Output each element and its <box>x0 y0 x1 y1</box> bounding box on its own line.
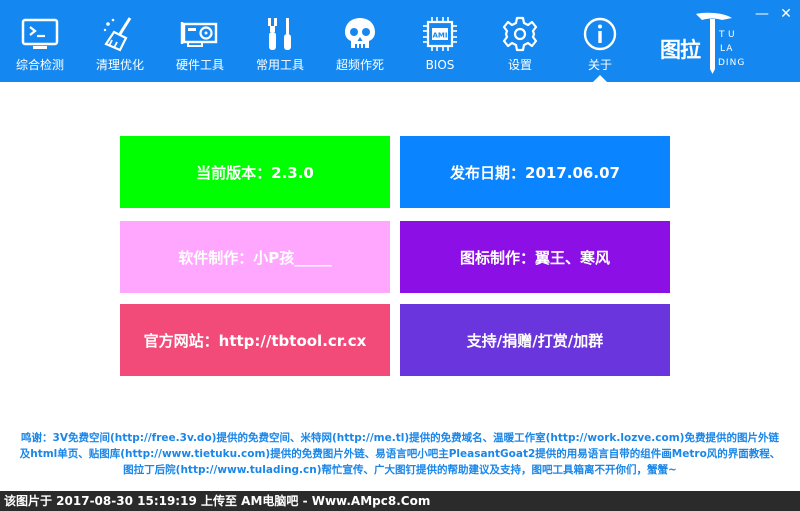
release-date-card: 发布日期：2017.06.07 <box>400 136 670 208</box>
brand-letter: U <box>728 30 736 40</box>
tab-about[interactable]: 关于 <box>560 0 640 82</box>
website-card[interactable]: 官方网站：http://tbtool.cr.cx <box>120 304 390 376</box>
tab-label: 综合检测 <box>15 58 64 72</box>
tab-label: 关于 <box>587 58 612 72</box>
tab-label: 设置 <box>507 58 532 72</box>
tab-settings[interactable]: 设置 <box>480 0 560 82</box>
tab-comprehensive-check[interactable]: 综合检测 <box>0 0 80 82</box>
icon-credit-text: 图标制作：翼王、寒风 <box>459 248 610 267</box>
gear-icon <box>502 16 538 52</box>
tab-hardware-tools[interactable]: 硬件工具 <box>160 0 240 82</box>
version-card: 当前版本：2.3.0 <box>120 136 390 208</box>
version-text: 当前版本：2.3.0 <box>196 163 314 182</box>
minimize-button[interactable]: — <box>754 6 770 22</box>
support-card[interactable]: 支持/捐赠/打赏/加群 <box>400 304 670 376</box>
brand-letter: DING <box>718 58 746 68</box>
credits-line: 图拉丁后院(http://www.tulading.cn)帮忙宣传、广大图钉提供… <box>123 464 677 476</box>
close-button[interactable]: ✕ <box>778 6 794 22</box>
brand-logo: 图拉 T U LA DING <box>656 10 746 76</box>
tab-overclock[interactable]: 超频作死 <box>320 0 400 82</box>
brand-letter: LA <box>720 44 734 54</box>
tab-label: 清理优化 <box>95 58 144 72</box>
broom-icon <box>103 17 132 52</box>
chip-icon: AMI <box>423 17 457 51</box>
release-date-text: 发布日期：2017.06.07 <box>450 163 620 182</box>
svg-text:AMI: AMI <box>433 32 448 40</box>
tab-bios[interactable]: AMI BIOS <box>400 0 480 82</box>
brand-letter: T <box>719 30 726 40</box>
brand-text: 图拉 <box>660 38 701 62</box>
credits-line: 鸣谢：3V免费空间(http://free.3v.do)提供的免费空间、米特网(… <box>21 432 779 444</box>
upload-watermark: 该图片于 2017-08-30 15:19:19 上传至 AM电脑吧 - Www… <box>0 491 800 511</box>
tab-label: BIOS <box>425 58 455 72</box>
author-card: 软件制作：小P孩_____ <box>120 221 390 293</box>
website-link[interactable]: 官方网站：http://tbtool.cr.cx <box>144 330 367 351</box>
credits-text: 鸣谢：3V免费空间(http://free.3v.do)提供的免费空间、米特网(… <box>10 430 790 478</box>
monitor-icon <box>21 18 59 49</box>
skull-icon <box>345 18 375 48</box>
tab-label: 常用工具 <box>255 58 304 72</box>
tab-label: 超频作死 <box>335 58 384 72</box>
top-nav-bar: 综合检测 清理优化 硬件工具 常用工具 超频作死 AMI BIOS 设置 关于 … <box>0 0 800 82</box>
graphics-card-icon <box>180 22 218 47</box>
tools-icon <box>268 18 291 50</box>
info-icon <box>583 17 617 51</box>
tab-cleanup-optimize[interactable]: 清理优化 <box>80 0 160 82</box>
credits-line: 及html单页、贴图库(http://www.tietuku.com)提供的免费… <box>19 448 781 460</box>
support-text: 支持/捐赠/打赏/加群 <box>466 331 604 350</box>
tab-label: 硬件工具 <box>175 58 224 72</box>
author-text: 软件制作：小P孩_____ <box>178 248 332 267</box>
tab-common-tools[interactable]: 常用工具 <box>240 0 320 82</box>
icon-credit-card: 图标制作：翼王、寒风 <box>400 221 670 293</box>
